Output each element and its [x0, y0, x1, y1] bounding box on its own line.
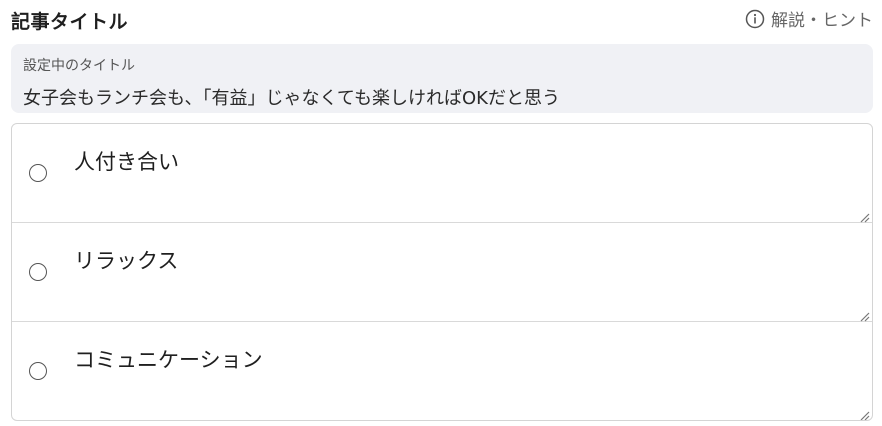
option-row-2[interactable]: リラックス — [12, 223, 872, 322]
option-text[interactable]: コミュニケーション — [74, 344, 263, 374]
hint-link-label: 解説・ヒント — [771, 11, 873, 31]
resize-grip-icon[interactable] — [858, 406, 870, 420]
current-title-label: 設定中のタイトル — [23, 58, 135, 74]
hint-link[interactable]: 解説・ヒント — [745, 6, 873, 31]
resize-grip-icon[interactable] — [858, 208, 870, 223]
option-text[interactable]: リラックス — [74, 245, 178, 275]
info-icon — [745, 9, 765, 29]
option-row-3[interactable]: コミュニケーション — [12, 322, 872, 420]
section-header: 記事タイトル 解説・ヒント — [11, 0, 873, 40]
option-row-1[interactable]: 人付き合い — [12, 124, 872, 223]
radio-icon[interactable] — [29, 164, 47, 182]
option-text[interactable]: 人付き合い — [74, 146, 179, 176]
radio-icon[interactable] — [29, 362, 47, 380]
current-title-value: 女子会もランチ会も、「有益」じゃなくても楽しければOKだと思う — [23, 88, 560, 109]
resize-grip-icon[interactable] — [858, 307, 870, 322]
section-title: 記事タイトル — [11, 11, 129, 33]
radio-icon[interactable] — [29, 263, 47, 281]
current-title-box: 設定中のタイトル 女子会もランチ会も、「有益」じゃなくても楽しければOKだと思う — [11, 44, 873, 113]
option-list: 人付き合い リラックス コミュニケーション — [11, 123, 873, 421]
